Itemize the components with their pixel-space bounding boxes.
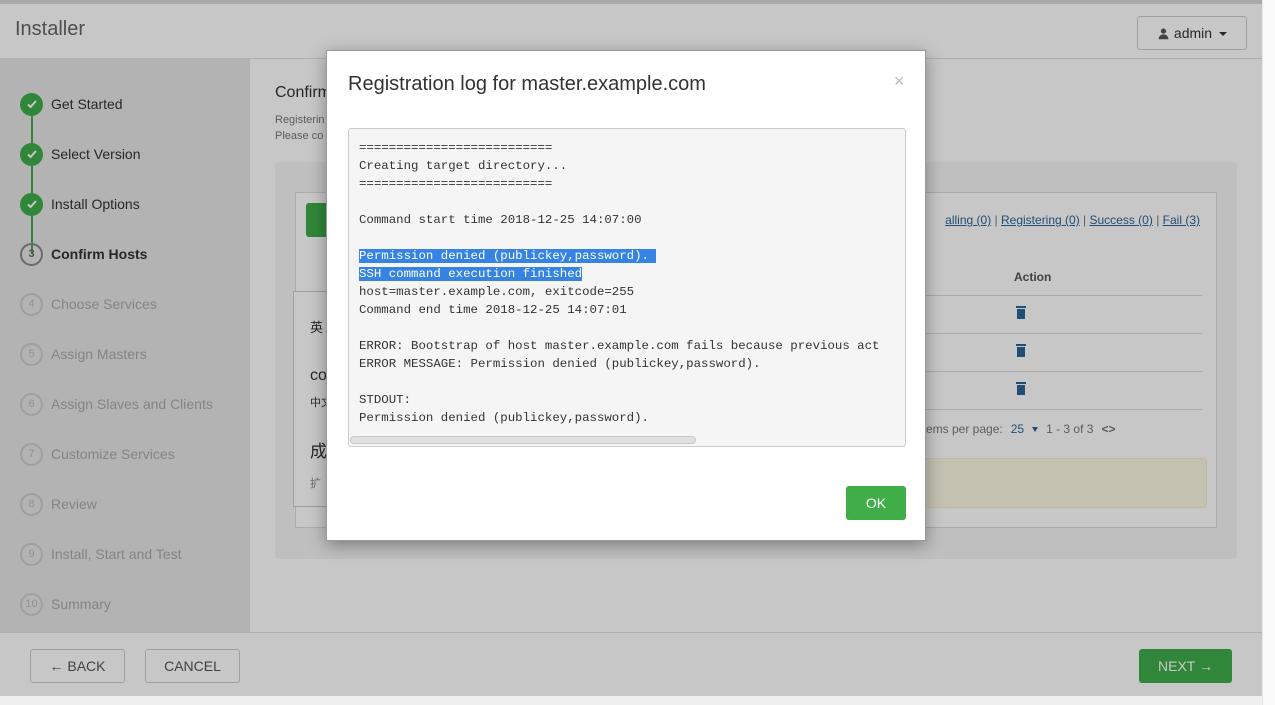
ok-button[interactable]: OK — [846, 486, 906, 520]
close-icon[interactable]: × — [894, 71, 905, 92]
page-scrollbar[interactable] — [1262, 0, 1275, 705]
log-line: Creating target directory... — [359, 159, 568, 173]
log-line: SSH command execution finished — [359, 267, 583, 281]
bottom-edge — [0, 696, 1262, 705]
horizontal-scrollbar[interactable] — [350, 436, 696, 444]
log-line: host=master.example.com, exitcode=255 — [359, 285, 635, 299]
log-line: ========================== — [359, 177, 553, 191]
log-line: ========================== — [359, 141, 553, 155]
log-output[interactable]: ========================== Creating targe… — [348, 128, 906, 447]
log-line: ERROR: Bootstrap of host master.example.… — [359, 339, 880, 353]
log-line: Command start time 2018-12-25 14:07:00 — [359, 213, 642, 227]
registration-log-modal: Registration log for master.example.com … — [326, 50, 926, 541]
log-lines: ========================== Creating targe… — [359, 139, 880, 427]
log-line: Permission denied (publickey,password). — [359, 411, 649, 425]
log-line: ERROR MESSAGE: Permission denied (public… — [359, 357, 761, 371]
log-line: Command end time 2018-12-25 14:07:01 — [359, 303, 627, 317]
log-line: Permission denied (publickey,password). — [359, 249, 657, 263]
modal-title: Registration log for master.example.com — [348, 73, 706, 95]
log-line: STDOUT: — [359, 393, 412, 407]
